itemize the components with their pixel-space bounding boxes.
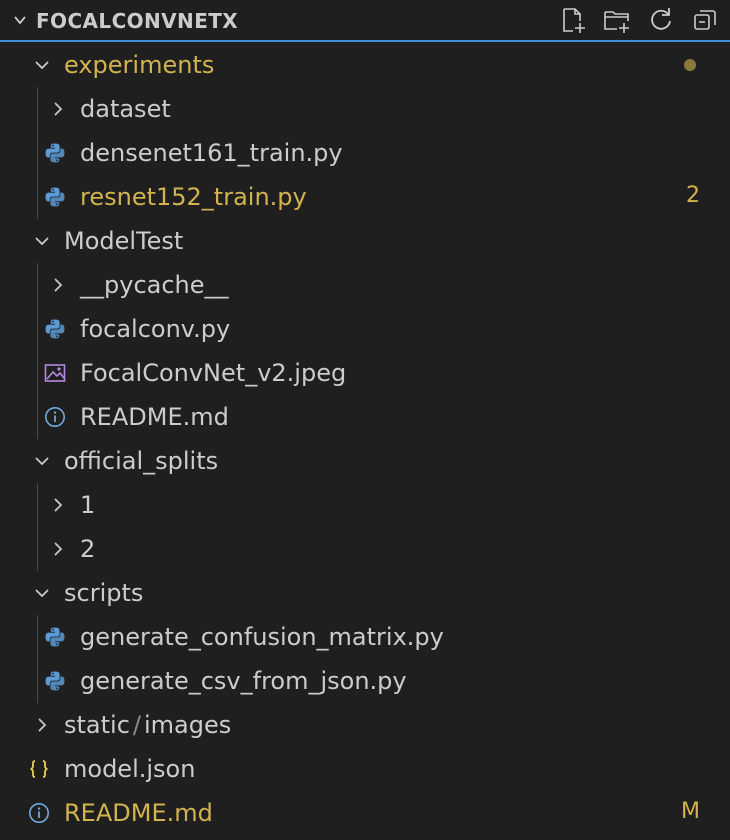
folder-label: dataset [80,95,171,123]
file-label: generate_confusion_matrix.py [80,623,444,651]
problems-count-badge: 2 [686,183,700,208]
folder-experiments[interactable]: experiments [0,43,730,87]
chevron-down-icon[interactable] [34,57,50,73]
folder-label: scripts [64,579,144,607]
file-modeltest-readme[interactable]: README.md [0,395,730,439]
new-folder-icon[interactable] [602,5,632,35]
refresh-icon[interactable] [646,5,676,35]
folder-split-1[interactable]: 1 [0,483,730,527]
path-separator: / [132,711,141,739]
file-model-json[interactable]: model.json [0,747,730,791]
python-icon [44,142,66,164]
info-icon [44,406,66,428]
file-tree: experiments dataset densenet161_train.py [0,43,730,835]
chevron-right-icon[interactable] [50,497,66,513]
file-label: README.md [64,799,213,827]
explorer-panel: FOCALCONVNETX experiments dataset densen… [0,0,730,840]
chevron-down-icon[interactable] [12,12,28,28]
file-densenet161-train[interactable]: densenet161_train.py [0,131,730,175]
folder-label: __pycache__ [80,271,229,299]
chevron-down-icon[interactable] [34,585,50,601]
header-actions [558,5,720,35]
python-icon [44,670,66,692]
explorer-header[interactable]: FOCALCONVNETX [0,0,730,42]
folder-label: official_splits [64,447,219,475]
chevron-right-icon[interactable] [50,277,66,293]
file-label: README.md [80,403,229,431]
file-label: densenet161_train.py [80,139,343,167]
folder-label: static / images [64,711,231,739]
file-root-readme[interactable]: README.md M [0,791,730,835]
file-generate-csv-from-json[interactable]: generate_csv_from_json.py [0,659,730,703]
file-focalconv[interactable]: focalconv.py [0,307,730,351]
file-label: resnet152_train.py [80,183,307,211]
file-label: model.json [64,755,196,783]
chevron-right-icon[interactable] [50,101,66,117]
new-file-icon[interactable] [558,5,588,35]
folder-split-2[interactable]: 2 [0,527,730,571]
chevron-right-icon[interactable] [34,717,50,733]
file-resnet152-train[interactable]: resnet152_train.py 2 [0,175,730,219]
folder-official-splits[interactable]: official_splits [0,439,730,483]
image-icon [44,362,66,384]
folder-label: ModelTest [64,227,184,255]
file-label: generate_csv_from_json.py [80,667,407,695]
chevron-down-icon[interactable] [34,233,50,249]
modified-dot [684,59,696,71]
python-icon [44,626,66,648]
folder-scripts[interactable]: scripts [0,571,730,615]
folder-modeltest[interactable]: ModelTest [0,219,730,263]
collapse-all-icon[interactable] [690,5,720,35]
json-icon [28,758,50,780]
path-segment: static [64,711,130,739]
folder-pycache[interactable]: __pycache__ [0,263,730,307]
folder-label: 1 [80,491,96,519]
git-status-badge: M [681,799,700,824]
explorer-title: FOCALCONVNETX [36,9,239,33]
path-segment: images [144,711,232,739]
folder-static-images[interactable]: static / images [0,703,730,747]
file-generate-confusion-matrix[interactable]: generate_confusion_matrix.py [0,615,730,659]
file-focalconvnet-v2-jpeg[interactable]: FocalConvNet_v2.jpeg [0,351,730,395]
info-icon [28,802,50,824]
python-icon [44,186,66,208]
folder-dataset[interactable]: dataset [0,87,730,131]
folder-label: 2 [80,535,96,563]
python-icon [44,318,66,340]
file-label: FocalConvNet_v2.jpeg [80,359,347,387]
chevron-down-icon[interactable] [34,453,50,469]
folder-label: experiments [64,51,215,79]
chevron-right-icon[interactable] [50,541,66,557]
file-label: focalconv.py [80,315,231,343]
